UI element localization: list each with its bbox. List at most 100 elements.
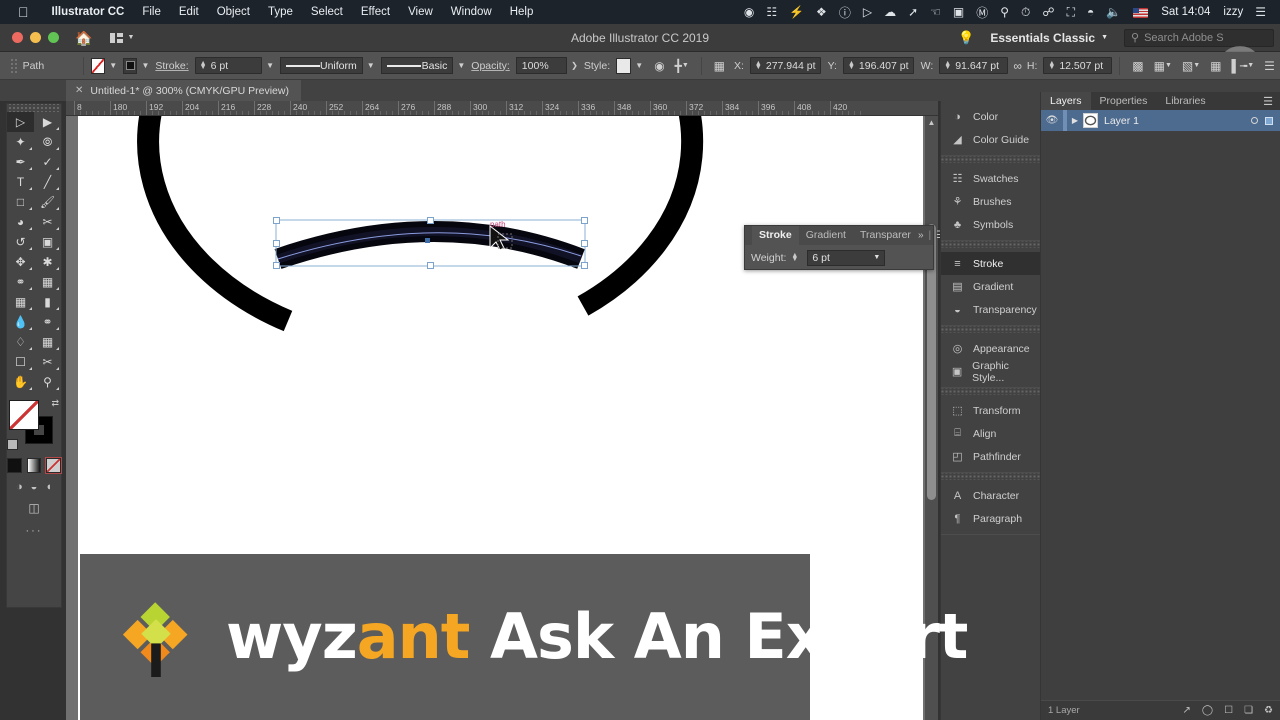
opacity-expand-icon[interactable]: ❯ bbox=[571, 61, 578, 70]
arrange-object-icon[interactable]: ▦ ▼ bbox=[1149, 59, 1177, 73]
document-tab[interactable]: ✕ Untitled-1* @ 300% (CMYK/GPU Preview) bbox=[66, 80, 301, 101]
user-name[interactable]: izzy bbox=[1217, 6, 1249, 18]
graphic-style-swatch[interactable] bbox=[616, 57, 632, 74]
constrain-proportions-icon[interactable]: ∞ bbox=[1008, 59, 1027, 73]
brush-definition-select[interactable]: Basic bbox=[380, 57, 454, 74]
zoom-tool[interactable]: ⚲ bbox=[34, 372, 61, 392]
airplay-icon[interactable]: ▷ bbox=[857, 5, 878, 19]
lasso-tool[interactable]: ⦾ bbox=[34, 132, 61, 152]
dock-item-transparency[interactable]: ◒ Transparency bbox=[941, 298, 1040, 321]
selection-tool[interactable]: ▷ bbox=[7, 112, 34, 132]
y-position-input[interactable]: ▲ ▼ 196.407 pt bbox=[842, 57, 914, 74]
stepper-icon[interactable]: ▲ ▼ bbox=[755, 60, 762, 71]
workspace-switcher[interactable]: Essentials Classic ▼ bbox=[984, 28, 1114, 48]
dock-item-align[interactable]: ⌸ Align bbox=[941, 422, 1040, 445]
screenshot-icon[interactable]: ▣ bbox=[947, 5, 970, 19]
line-segment-tool[interactable]: ╱ bbox=[34, 172, 61, 192]
draw-inside[interactable]: ◖ bbox=[45, 481, 52, 493]
dock-group-grip[interactable] bbox=[941, 156, 1040, 163]
arrange-documents-icon[interactable]: ▼ bbox=[110, 32, 134, 43]
zoom-button[interactable] bbox=[48, 32, 59, 43]
stepper-icon[interactable]: ▲ ▼ bbox=[200, 60, 207, 71]
dock-group-grip[interactable] bbox=[941, 473, 1040, 480]
menu-object[interactable]: Object bbox=[208, 6, 259, 18]
chevron-down-icon[interactable]: ▼ bbox=[109, 61, 117, 70]
rocket-icon[interactable]: ➚ bbox=[902, 5, 924, 19]
chevron-down-icon[interactable]: ▼ bbox=[141, 61, 149, 70]
draw-normal[interactable]: ◑ bbox=[16, 481, 23, 493]
direct-selection-tool[interactable]: ▶ bbox=[34, 112, 61, 132]
tab-gradient[interactable]: Gradient bbox=[799, 226, 853, 245]
dock-item-color-guide[interactable]: ◢ Color Guide bbox=[941, 128, 1040, 151]
symbol-sprayer-tool[interactable]: ♢ bbox=[7, 332, 34, 352]
more-tools[interactable]: ··· bbox=[7, 525, 61, 537]
column-graph-tool[interactable]: ▦ bbox=[34, 332, 61, 352]
chevron-down-icon[interactable]: ▼ bbox=[457, 61, 465, 70]
dock-item-swatches[interactable]: ☷ Swatches bbox=[941, 167, 1040, 190]
time-machine-icon[interactable]: ⏱ bbox=[1015, 5, 1036, 20]
creative-cloud-icon[interactable]: ◉ bbox=[738, 5, 760, 19]
transform-icon[interactable]: ▩ bbox=[1127, 59, 1148, 73]
menu-type[interactable]: Type bbox=[259, 6, 302, 18]
stroke-label[interactable]: Stroke: bbox=[155, 60, 188, 72]
rotate-tool[interactable]: ↺ bbox=[7, 232, 34, 252]
scroll-up-icon[interactable]: ▲ bbox=[925, 116, 938, 129]
hand-tool[interactable]: ✋ bbox=[7, 372, 34, 392]
stepper-icon[interactable]: ▲ ▼ bbox=[944, 60, 951, 71]
pen-tool[interactable]: ✒ bbox=[7, 152, 34, 172]
weight-input[interactable]: 6 pt ▼ bbox=[807, 249, 886, 266]
control-bar-grip[interactable] bbox=[10, 57, 17, 74]
panel-menu-icon[interactable]: ☰ bbox=[1263, 95, 1280, 108]
menu-window[interactable]: Window bbox=[442, 6, 501, 18]
dock-group-grip[interactable] bbox=[941, 326, 1040, 333]
stepper-icon[interactable]: ▲ ▼ bbox=[1048, 60, 1055, 71]
width-input[interactable]: ▲ ▼ 91.647 pt bbox=[939, 57, 1009, 74]
menu-edit[interactable]: Edit bbox=[170, 6, 208, 18]
free-transform-tool[interactable]: ✱ bbox=[34, 252, 61, 272]
toolbar-grip[interactable] bbox=[7, 104, 61, 112]
chevron-down-icon[interactable]: ▼ bbox=[873, 254, 880, 261]
lightbulb-icon[interactable]: 💡 bbox=[958, 30, 974, 46]
dock-item-graphic-styles[interactable]: ▣ Graphic Style... bbox=[941, 360, 1040, 384]
layer-name[interactable]: Layer 1 bbox=[1104, 115, 1139, 127]
magic-wand-tool[interactable]: ✦ bbox=[7, 132, 34, 152]
slice-tool[interactable]: ✂ bbox=[34, 352, 61, 372]
close-button[interactable] bbox=[12, 32, 23, 43]
mesh-tool[interactable]: ▦ bbox=[7, 292, 34, 312]
gradient-tool[interactable]: ▮ bbox=[34, 292, 61, 312]
chevron-down-icon[interactable]: ▼ bbox=[635, 61, 643, 70]
menu-effect[interactable]: Effect bbox=[352, 6, 399, 18]
expand-icon[interactable]: » bbox=[918, 230, 924, 241]
recolor-artwork-icon[interactable]: ◉ bbox=[649, 59, 669, 73]
height-input[interactable]: ▲ ▼ 12.507 pt bbox=[1043, 57, 1113, 74]
none-mode[interactable] bbox=[45, 457, 62, 474]
menu-select[interactable]: Select bbox=[302, 6, 352, 18]
x-position-input[interactable]: ▲ ▼ 277.944 pt bbox=[749, 57, 821, 74]
tab-layers[interactable]: Layers bbox=[1041, 92, 1091, 110]
shape-builder-tool[interactable]: ⚭ bbox=[7, 272, 34, 292]
dropbox-icon[interactable]: ❖ bbox=[810, 5, 833, 19]
reference-point-icon[interactable]: ▦ bbox=[709, 59, 730, 73]
dock-item-color[interactable]: ◑ Color bbox=[941, 105, 1040, 128]
paintbrush-tool[interactable]: 🖌 bbox=[34, 192, 61, 212]
draw-behind[interactable]: ◒ bbox=[31, 481, 38, 493]
dock-item-pathfinder[interactable]: ◰ Pathfinder bbox=[941, 445, 1040, 468]
dock-group-grip[interactable] bbox=[941, 388, 1040, 395]
chevron-down-icon[interactable]: ▼ bbox=[367, 61, 375, 70]
stepper-icon[interactable]: ▲ ▼ bbox=[848, 60, 855, 71]
cloud-icon[interactable]: ☁ bbox=[878, 5, 902, 19]
width-tool[interactable]: ✥ bbox=[7, 252, 34, 272]
wifi-icon[interactable]: ◓ bbox=[1081, 5, 1100, 19]
hand-icon[interactable]: ☜ bbox=[924, 5, 947, 19]
swap-fill-stroke-icon[interactable]: ⇄ bbox=[51, 398, 59, 409]
default-fill-stroke-icon[interactable] bbox=[7, 439, 18, 450]
n-badge-icon[interactable]: Ⓜ bbox=[970, 4, 994, 21]
screen-mode-icon[interactable]: ◫ bbox=[7, 501, 61, 515]
curvature-tool[interactable]: ✓ bbox=[34, 152, 61, 172]
delete-layer-icon[interactable]: ♻ bbox=[1264, 705, 1273, 716]
bolt-icon[interactable]: ⚡ bbox=[783, 5, 810, 19]
align-to-icon[interactable]: ╋ ▼ bbox=[670, 59, 694, 73]
menu-file[interactable]: File bbox=[133, 6, 170, 18]
dock-item-symbols[interactable]: ♣ Symbols bbox=[941, 213, 1040, 236]
opacity-label[interactable]: Opacity: bbox=[471, 60, 510, 72]
